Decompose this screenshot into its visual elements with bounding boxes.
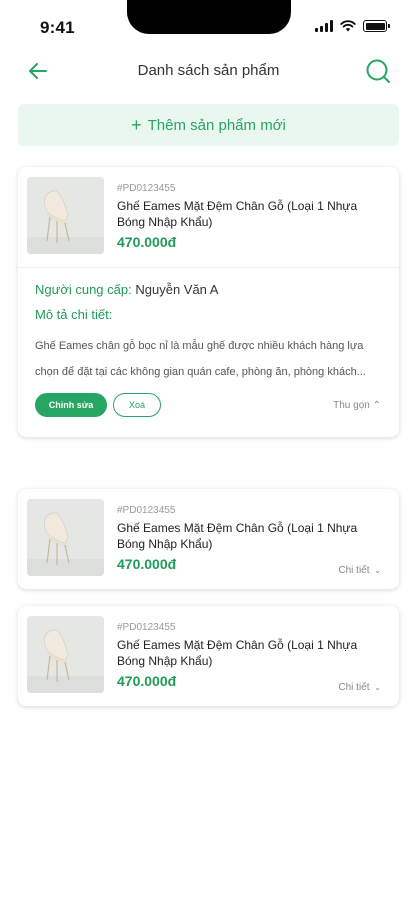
product-actions: Chỉnh sửa Xoá — [35, 393, 382, 417]
expand-label: Chi tiết — [338, 565, 370, 576]
page-title: Danh sách sản phẩm — [137, 62, 280, 79]
product-thumbnail — [27, 499, 104, 576]
chevron-down-icon: ⌄ — [374, 566, 381, 575]
product-summary: #PD0123455 Ghế Eames Mặt Đệm Chân Gỗ (Lo… — [18, 489, 399, 589]
product-card[interactable]: #PD0123455 Ghế Eames Mặt Đệm Chân Gỗ (Lo… — [18, 167, 399, 437]
product-thumbnail — [27, 616, 104, 693]
chevron-down-icon: ⌄ — [374, 683, 381, 692]
chair-image — [27, 616, 104, 693]
supplier-row: Người cung cấp: Nguyễn Văn A — [35, 282, 382, 297]
product-price: 470.000đ — [117, 673, 177, 689]
expand-toggle[interactable]: Chi tiết ⌄ — [338, 682, 381, 693]
edit-button[interactable]: Chỉnh sửa — [35, 393, 107, 417]
collapse-label: Thu gọn — [333, 400, 370, 411]
collapse-toggle[interactable]: Thu gọn ⌃ — [333, 400, 381, 411]
delete-button[interactable]: Xoá — [113, 393, 161, 417]
product-summary: #PD0123455 Ghế Eames Mặt Đệm Chân Gỗ (Lo… — [18, 606, 399, 706]
product-sku: #PD0123455 — [117, 505, 176, 516]
product-sku: #PD0123455 — [117, 622, 176, 633]
description-title: Mô tả chi tiết: — [35, 307, 113, 322]
product-name: Ghế Eames Mặt Đệm Chân Gỗ (Loại 1 Nhựa B… — [117, 521, 358, 551]
search-icon — [366, 59, 390, 83]
plus-icon: + — [131, 115, 142, 135]
add-product-button[interactable]: + Thêm sản phẩm mới — [18, 104, 399, 146]
product-name: Ghế Eames Mặt Đệm Chân Gỗ (Loại 1 Nhựa B… — [117, 638, 358, 668]
product-summary: #PD0123455 Ghế Eames Mặt Đệm Chân Gỗ (Lo… — [18, 167, 399, 267]
product-sku: #PD0123455 — [117, 183, 176, 194]
expand-toggle[interactable]: Chi tiết ⌄ — [338, 565, 381, 576]
supplier-name: Nguyễn Văn A — [135, 282, 219, 297]
expand-label: Chi tiết — [338, 682, 370, 693]
product-price: 470.000đ — [117, 556, 177, 572]
signal-icon — [315, 20, 333, 32]
add-product-label: Thêm sản phẩm mới — [147, 116, 286, 134]
status-bar: 9:41 — [0, 0, 417, 50]
product-price: 470.000đ — [117, 234, 177, 250]
product-card[interactable]: #PD0123455 Ghế Eames Mặt Đệm Chân Gỗ (Lo… — [18, 489, 399, 589]
chair-image — [27, 499, 104, 576]
status-icons — [315, 20, 390, 32]
device-notch — [127, 0, 291, 34]
chair-image — [27, 177, 104, 254]
battery-icon — [363, 20, 390, 32]
chevron-up-icon: ⌃ — [372, 400, 381, 411]
product-name: Ghế Eames Mặt Đệm Chân Gỗ (Loại 1 Nhựa B… — [117, 199, 358, 229]
status-time: 9:41 — [40, 18, 75, 37]
wifi-icon — [340, 20, 356, 32]
app-header: Danh sách sản phẩm — [0, 52, 417, 90]
product-card[interactable]: #PD0123455 Ghế Eames Mặt Đệm Chân Gỗ (Lo… — [18, 606, 399, 706]
description-text: Ghế Eames chân gỗ bọc nỉ là mẫu ghế được… — [35, 340, 366, 378]
product-details: Người cung cấp: Nguyễn Văn A Mô tả chi t… — [18, 267, 399, 437]
product-thumbnail — [27, 177, 104, 254]
search-button[interactable] — [363, 56, 393, 86]
supplier-label: Người cung cấp: — [35, 282, 132, 297]
